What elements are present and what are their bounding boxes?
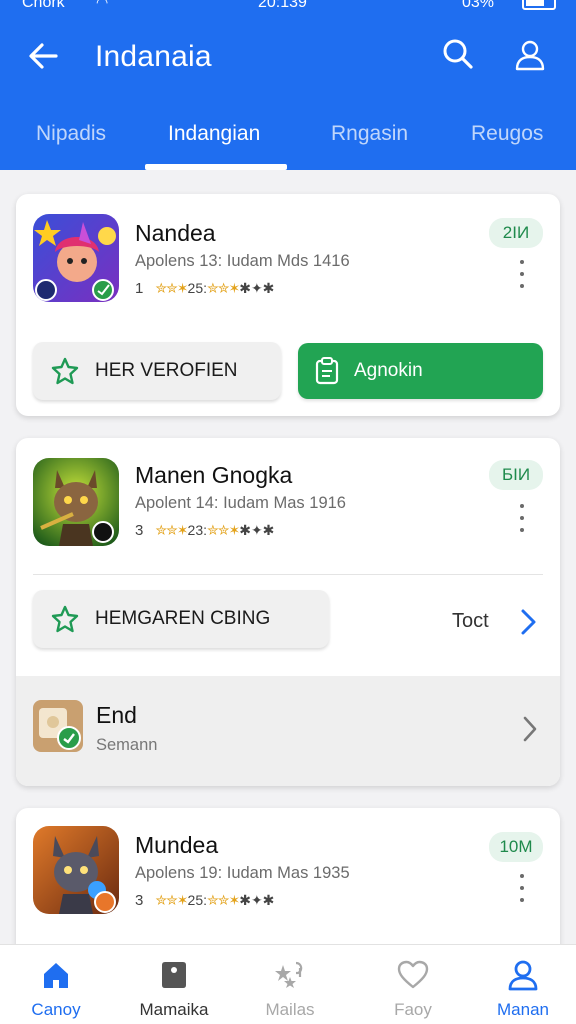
stars-glyphs-2: ✮✮✶: [207, 892, 240, 908]
app-rating: 3 ✮✮✶23:✮✮✶✱✦✱: [135, 522, 274, 539]
battery-icon: [522, 0, 556, 10]
details-link[interactable]: Toct: [452, 610, 489, 633]
star-outline-icon: [51, 605, 79, 633]
app-name: Nandea: [135, 220, 216, 246]
page-title: Indanaia: [95, 40, 212, 73]
size-badge: БIИ: [489, 460, 543, 490]
rating-stars: ✮✮✶23:✮✮✶✱✦✱: [155, 522, 274, 539]
app-meta: Apolens 19: Iudam Mas 1935: [135, 864, 350, 882]
search-button[interactable]: [438, 34, 478, 74]
app-icon-manen-gnogka: [33, 458, 119, 546]
install-label: Agnokin: [354, 360, 423, 381]
tab-reugos[interactable]: Reugos: [471, 122, 543, 146]
stars-glyphs: ✮✮✶: [155, 892, 188, 908]
profile-icon: [508, 960, 538, 991]
nav-item-mamaika[interactable]: Mamaika: [119, 945, 229, 1024]
nav-item-canoy[interactable]: Canoy: [1, 945, 111, 1024]
account-icon: [515, 40, 545, 71]
install-button[interactable]: Agnokin: [298, 343, 543, 399]
more-menu-button[interactable]: [514, 874, 530, 914]
related-item-title: End: [96, 702, 137, 728]
divider: [33, 574, 543, 575]
nav-item-faoy[interactable]: Faoy: [358, 945, 468, 1024]
app-icon-mundea: [33, 826, 119, 914]
bottom-nav: Canoy Mamaika Mailas Faoy Manan: [0, 944, 576, 1024]
app-meta: Apolens 13: Iudam Mds 1416: [135, 252, 350, 270]
size-badge: 10M: [489, 832, 543, 862]
search-icon: [443, 39, 473, 69]
rating-value: 23:: [187, 522, 208, 538]
back-button[interactable]: [24, 36, 64, 76]
tag-icon: [162, 962, 186, 988]
app-meta: Apolent 14: Iudam Mas 1916: [135, 494, 346, 512]
app-icon-nandea: [33, 214, 119, 302]
app-rating: 3 ✮✮✶25:✮✮✶✱✦✱: [135, 892, 274, 909]
stars-icon: [275, 961, 303, 988]
related-item-subtitle: Semann: [96, 736, 158, 754]
nav-label: Mailas: [265, 1000, 315, 1019]
star-outline-icon: [51, 357, 79, 385]
app-name: Mundea: [135, 832, 219, 858]
nav-label: Canoy: [31, 1000, 81, 1019]
nav-label: Faoy: [394, 1000, 432, 1019]
rating-count: 3: [135, 522, 144, 539]
rating-count: 3: [135, 892, 144, 909]
rating-value: 25:: [187, 280, 208, 296]
nav-label: Manan: [497, 1000, 549, 1019]
rating-stars: ✮✮✶25:✮✮✶✱✦✱: [155, 280, 274, 297]
status-bar: Chork ◠ 20:139 03%: [0, 0, 576, 14]
app-rating: 1 ✮✮✶25:✮✮✶✱✦✱: [135, 280, 274, 297]
tab-nipadis[interactable]: Nipadis: [36, 122, 106, 146]
app-card[interactable]: Nandea Apolens 13: Iudam Mds 1416 1 ✮✮✶2…: [16, 194, 560, 416]
rating-value: 25:: [187, 892, 208, 908]
more-menu-button[interactable]: [514, 260, 530, 300]
wishlist-label: HER VEROFIEN: [95, 360, 238, 381]
stars-glyphs-2: ✮✮✶: [207, 280, 240, 296]
tab-bar: Nipadis Indangian Rngasin Reugos: [0, 112, 576, 170]
chevron-right-icon[interactable]: [516, 606, 540, 638]
heart-icon: [397, 960, 429, 989]
rating-suffix: ✱✦✱: [239, 280, 275, 296]
rating-stars: ✮✮✶25:✮✮✶✱✦✱: [155, 892, 274, 909]
rating-suffix: ✱✦✱: [239, 892, 275, 908]
account-button[interactable]: [510, 34, 550, 74]
wishlist-label: HEMGAREN CBING: [95, 608, 271, 629]
size-badge: 2IИ: [489, 218, 543, 248]
stars-glyphs-2: ✮✮✶: [207, 522, 240, 538]
stars-glyphs: ✮✮✶: [155, 522, 188, 538]
app-card[interactable]: Manen Gnogka Apolent 14: Iudam Mas 1916 …: [16, 438, 560, 786]
clipboard-icon: [315, 357, 339, 385]
app-name: Manen Gnogka: [135, 462, 293, 488]
stars-glyphs: ✮✮✶: [155, 280, 188, 296]
rating-count: 1: [135, 280, 144, 297]
wishlist-button[interactable]: HER VEROFIEN: [33, 342, 281, 400]
nav-item-manan[interactable]: Manan: [468, 945, 576, 1024]
related-item[interactable]: End Semann: [16, 676, 560, 786]
wifi-icon: ◠: [96, 0, 109, 10]
wishlist-button[interactable]: HEMGAREN CBING: [33, 590, 329, 648]
tab-rngasin[interactable]: Rngasin: [331, 122, 408, 146]
app-header: Chork ◠ 20:139 03% Indanaia Nipadis Inda…: [0, 0, 576, 170]
tab-indicator: [145, 164, 287, 170]
related-item-icon: [33, 700, 83, 752]
rating-suffix: ✱✦✱: [239, 522, 275, 538]
tab-indangian[interactable]: Indangian: [168, 122, 260, 146]
home-icon: [44, 963, 68, 988]
nav-item-mailas[interactable]: Mailas: [235, 945, 345, 1024]
chevron-right-icon: [520, 714, 540, 744]
clock: 20:139: [258, 0, 307, 11]
more-menu-button[interactable]: [514, 504, 530, 544]
arrow-left-icon: [29, 43, 58, 69]
battery-percent: 03%: [462, 0, 495, 11]
carrier-label: Chork: [22, 0, 65, 11]
nav-label: Mamaika: [139, 1000, 209, 1019]
